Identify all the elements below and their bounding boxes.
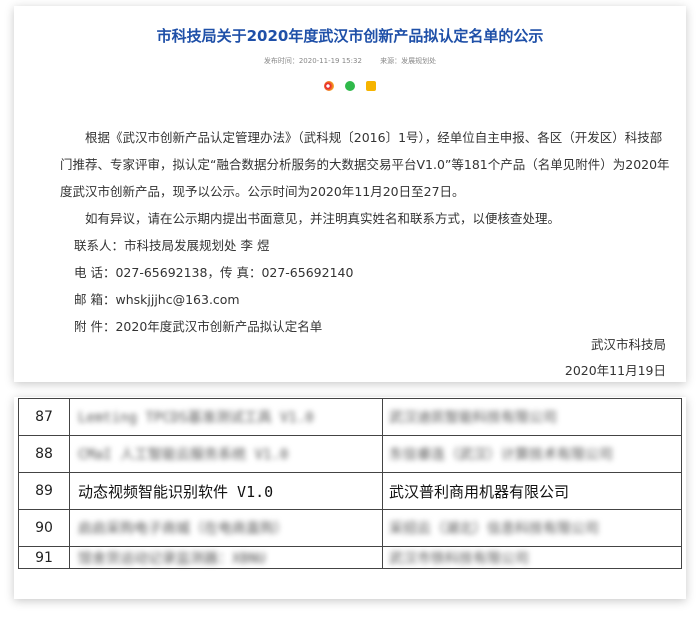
sign-date: 2020年11月19日 [564,363,666,378]
paragraph-objection: 如有异议，请在公示期内提出书面意见，并注明真实姓名和联系方式，以便核查处理。 [85,211,561,226]
company-name: 武汉普利商用机器有限公司 [382,472,682,510]
company-name: 东信睿连（武汉）计算技术有限公司 [382,435,682,473]
company-name-text: 采招云（湖北）信息科技有限公司 [389,521,599,537]
table-row: 89 动态视频智能识别软件 V1.0 武汉普利商用机器有限公司 [18,472,682,510]
table-row: 90 启启采购电子商城（在电商直购） 采招云（湖北）信息科技有限公司 [18,509,682,547]
company-name: 采招云（湖北）信息科技有限公司 [382,509,682,547]
product-name-text: 馆舍货运动记录监测器：XBNU [78,550,266,567]
notice-body: 根据《武汉市创新产品认定管理办法》（武科规〔2016〕1号），经单位自主申报、各… [60,124,674,340]
qzone-icon[interactable] [366,80,377,91]
company-name: 武汉迪凯智能科技有限公司 [382,398,682,436]
table-row: 91 馆舍货运动记录监测器：XBNU 武汉市铁科技有限公司 [18,546,682,569]
product-name: 动态视频智能识别软件 V1.0 [69,472,383,510]
weibo-icon[interactable] [323,80,334,91]
row-number: 90 [18,509,70,547]
row-number: 88 [18,435,70,473]
notice-title: 市科技局关于2020年度武汉市创新产品拟认定名单的公示 [156,27,544,45]
product-name-text: 启启采购电子商城（在电商直购） [78,521,288,537]
notice-meta: 发布时间：2020-11-19 15:32 来源：发展规划处 [14,56,686,66]
phone-line: 电 话：027-65692138，传 真：027-65692140 [74,265,354,280]
company-name-text: 武汉市铁科技有限公司 [389,550,529,567]
share-bar [14,75,686,94]
company-name-text: 武汉迪凯智能科技有限公司 [389,410,557,426]
row-number: 87 [18,398,70,436]
product-table: 87 Lemting TPCDS基准测试工具 V1.0 武汉迪凯智能科技有限公司… [18,398,682,569]
sign-org: 武汉市科技局 [590,337,666,352]
company-name: 武汉市铁科技有限公司 [382,546,682,569]
attachment-line[interactable]: 附 件：2020年度武汉市创新产品拟认定名单 [60,313,674,340]
row-number: 91 [18,546,70,569]
row-number: 89 [18,472,70,510]
contact-line: 联系人：市科技局发展规划处 李 煜 [74,238,270,253]
publish-time: 发布时间：2020-11-19 15:32 [263,57,362,65]
wechat-icon[interactable] [345,80,355,91]
source: 来源：发展规划处 [380,57,437,65]
company-name-text: 东信睿连（武汉）计算技术有限公司 [389,447,613,463]
product-name: Lemting TPCDS基准测试工具 V1.0 [69,398,383,436]
paragraph-main: 根据《武汉市创新产品认定管理办法》（武科规〔2016〕1号），经单位自主申报、各… [60,130,670,199]
notice-card: 市科技局关于2020年度武汉市创新产品拟认定名单的公示 发布时间：2020-11… [14,6,686,382]
list-card: 87 Lemting TPCDS基准测试工具 V1.0 武汉迪凯智能科技有限公司… [14,397,686,599]
product-name-text: CMaI 人工智能云服务系统 V1.0 [78,447,289,463]
product-name: CMaI 人工智能云服务系统 V1.0 [69,435,383,473]
table-row: 88 CMaI 人工智能云服务系统 V1.0 东信睿连（武汉）计算技术有限公司 [18,435,682,473]
product-name-text: Lemting TPCDS基准测试工具 V1.0 [78,410,314,426]
table-row: 87 Lemting TPCDS基准测试工具 V1.0 武汉迪凯智能科技有限公司 [18,398,682,436]
product-name: 馆舍货运动记录监测器：XBNU [69,546,383,569]
product-name: 启启采购电子商城（在电商直购） [69,509,383,547]
email-line[interactable]: 邮 箱：whskjjjhc@163.com [60,286,674,313]
